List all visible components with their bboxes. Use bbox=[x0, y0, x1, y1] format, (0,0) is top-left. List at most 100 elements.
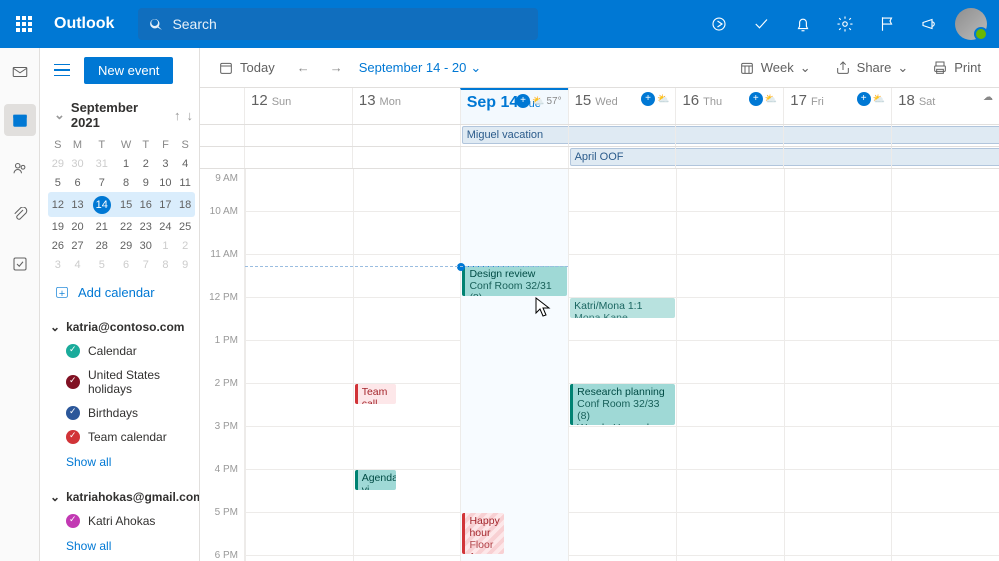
calendar-item[interactable]: Calendar bbox=[50, 339, 193, 363]
day-header[interactable]: +⛅17Fri bbox=[783, 88, 891, 124]
settings-icon[interactable] bbox=[825, 0, 865, 48]
calendar-event[interactable]: Research planningConf Room 32/33 (8)Wand… bbox=[570, 384, 675, 425]
minical-day[interactable]: 6 bbox=[68, 173, 88, 192]
minical-day[interactable]: 6 bbox=[116, 255, 136, 274]
minical-day[interactable]: 3 bbox=[156, 154, 176, 173]
chevron-down-icon[interactable]: ⌄ bbox=[54, 107, 65, 123]
day-column[interactable]: Design reviewConf Room 32/31 (8)Miguel G… bbox=[460, 169, 568, 561]
minical-day[interactable]: 2 bbox=[136, 154, 156, 173]
minical-day[interactable]: 31 bbox=[87, 154, 116, 173]
minical-day[interactable]: 5 bbox=[48, 173, 68, 192]
day-header[interactable]: +⛅16Thu bbox=[675, 88, 783, 124]
minical-day[interactable]: 21 bbox=[87, 217, 116, 236]
calendar-event[interactable]: Happy hourFloor 1 loungeCecil Folk bbox=[462, 513, 504, 554]
account-avatar[interactable] bbox=[951, 0, 991, 48]
minical-day[interactable]: 1 bbox=[116, 154, 136, 173]
minical-day[interactable]: 8 bbox=[156, 255, 176, 274]
today-button[interactable]: Today bbox=[212, 56, 281, 80]
day-column[interactable] bbox=[676, 169, 784, 561]
minical-day[interactable]: 15 bbox=[116, 192, 136, 217]
calendar-item[interactable]: Katri Ahokas bbox=[50, 509, 193, 533]
minical-day[interactable]: 4 bbox=[68, 255, 88, 274]
todo-icon[interactable] bbox=[741, 0, 781, 48]
day-column[interactable] bbox=[891, 169, 999, 561]
minical-day[interactable]: 12 bbox=[48, 192, 68, 217]
minical-day[interactable]: 8 bbox=[116, 173, 136, 192]
day-column[interactable] bbox=[245, 169, 353, 561]
meet-now-icon[interactable] bbox=[699, 0, 739, 48]
share-button[interactable]: Share⌄ bbox=[829, 56, 915, 80]
calendar-item[interactable]: United States holidays bbox=[50, 363, 193, 401]
account-header[interactable]: ⌄katriahokas@gmail.com bbox=[50, 485, 193, 509]
files-rail-icon[interactable] bbox=[4, 200, 36, 232]
minical-day[interactable]: 9 bbox=[175, 255, 195, 274]
next-week-icon[interactable]: → bbox=[326, 56, 347, 79]
day-header[interactable]: 12Sun bbox=[244, 88, 352, 124]
minical-day[interactable]: 24 bbox=[156, 217, 176, 236]
minical-day[interactable]: 9 bbox=[136, 173, 156, 192]
minical-day[interactable]: 7 bbox=[136, 255, 156, 274]
minical-day[interactable]: 10 bbox=[156, 173, 176, 192]
todo-rail-icon[interactable] bbox=[4, 248, 36, 280]
minical-day[interactable]: 4 bbox=[175, 154, 195, 173]
minical-day[interactable]: 19 bbox=[48, 217, 68, 236]
minical-day[interactable]: 27 bbox=[68, 236, 88, 255]
people-rail-icon[interactable] bbox=[4, 152, 36, 184]
search-input[interactable] bbox=[172, 16, 528, 32]
minical-day[interactable]: 25 bbox=[175, 217, 195, 236]
day-header[interactable]: 13Mon bbox=[352, 88, 460, 124]
minical-day[interactable]: 20 bbox=[68, 217, 88, 236]
day-header[interactable]: +⛅15Wed bbox=[568, 88, 676, 124]
day-column[interactable] bbox=[784, 169, 892, 561]
search-box[interactable] bbox=[138, 8, 538, 40]
day-column[interactable]: Team call Agenda vi bbox=[353, 169, 461, 561]
date-range-picker[interactable]: September 14 - 20 ⌄ bbox=[359, 60, 482, 76]
calendar-item[interactable]: Team calendar bbox=[50, 425, 193, 449]
day-header[interactable]: +⛅57°Sep 14Tue bbox=[460, 88, 568, 124]
minical-day[interactable]: 28 bbox=[87, 236, 116, 255]
minical-day[interactable]: 23 bbox=[136, 217, 156, 236]
minical-day[interactable]: 13 bbox=[68, 192, 88, 217]
minical-day[interactable]: 17 bbox=[156, 192, 176, 217]
minical-day[interactable]: 7 bbox=[87, 173, 116, 192]
minical-day[interactable]: 29 bbox=[116, 236, 136, 255]
mini-calendar[interactable]: SMTWTFS 29303112345678910111213141516171… bbox=[48, 136, 195, 274]
minical-day[interactable]: 29 bbox=[48, 154, 68, 173]
minical-day[interactable]: 18 bbox=[175, 192, 195, 217]
time-grid[interactable]: 9 AM10 AM11 AM12 PM1 PM2 PM3 PM4 PM5 PM6… bbox=[200, 169, 999, 561]
minical-day[interactable]: 14 bbox=[87, 192, 116, 217]
minical-day[interactable]: 1 bbox=[156, 236, 176, 255]
minical-day[interactable]: 26 bbox=[48, 236, 68, 255]
minical-day[interactable]: 5 bbox=[87, 255, 116, 274]
minical-day[interactable]: 3 bbox=[48, 255, 68, 274]
new-event-button[interactable]: New event bbox=[84, 57, 173, 84]
next-month-icon[interactable]: ↓ bbox=[187, 108, 194, 123]
day-header[interactable]: ☁18Sat bbox=[891, 88, 999, 124]
bell-icon[interactable] bbox=[783, 0, 823, 48]
day-column[interactable]: Katri/Mona 1:1 Mona Kane Research plannin… bbox=[568, 169, 676, 561]
flag-icon[interactable] bbox=[867, 0, 907, 48]
waffle-icon[interactable] bbox=[0, 0, 48, 48]
account-header[interactable]: ⌄katria@contoso.com bbox=[50, 315, 193, 339]
minical-day[interactable]: 16 bbox=[136, 192, 156, 217]
calendar-event[interactable]: Design reviewConf Room 32/31 (8)Miguel G… bbox=[462, 266, 567, 296]
calendar-event[interactable]: Katri/Mona 1:1 Mona Kane bbox=[570, 298, 675, 318]
prev-month-icon[interactable]: ↑ bbox=[174, 108, 181, 123]
print-button[interactable]: Print bbox=[926, 56, 987, 80]
mail-rail-icon[interactable] bbox=[4, 56, 36, 88]
minical-day[interactable]: 22 bbox=[116, 217, 136, 236]
view-switcher[interactable]: Week⌄ bbox=[733, 56, 817, 80]
calendar-item[interactable]: Birthdays bbox=[50, 401, 193, 425]
calendar-event[interactable]: Team call bbox=[355, 384, 397, 404]
minical-day[interactable]: 11 bbox=[175, 173, 195, 192]
calendar-event[interactable]: Agenda vi bbox=[355, 470, 397, 490]
show-all-link[interactable]: Show all bbox=[50, 449, 193, 475]
minical-day[interactable]: 2 bbox=[175, 236, 195, 255]
minical-day[interactable]: 30 bbox=[136, 236, 156, 255]
megaphone-icon[interactable] bbox=[909, 0, 949, 48]
hamburger-icon[interactable] bbox=[48, 56, 76, 84]
calendar-rail-icon[interactable] bbox=[4, 104, 36, 136]
show-all-link[interactable]: Show all bbox=[50, 533, 193, 559]
add-calendar-button[interactable]: Add calendar bbox=[48, 274, 195, 310]
prev-week-icon[interactable]: ← bbox=[293, 56, 314, 79]
